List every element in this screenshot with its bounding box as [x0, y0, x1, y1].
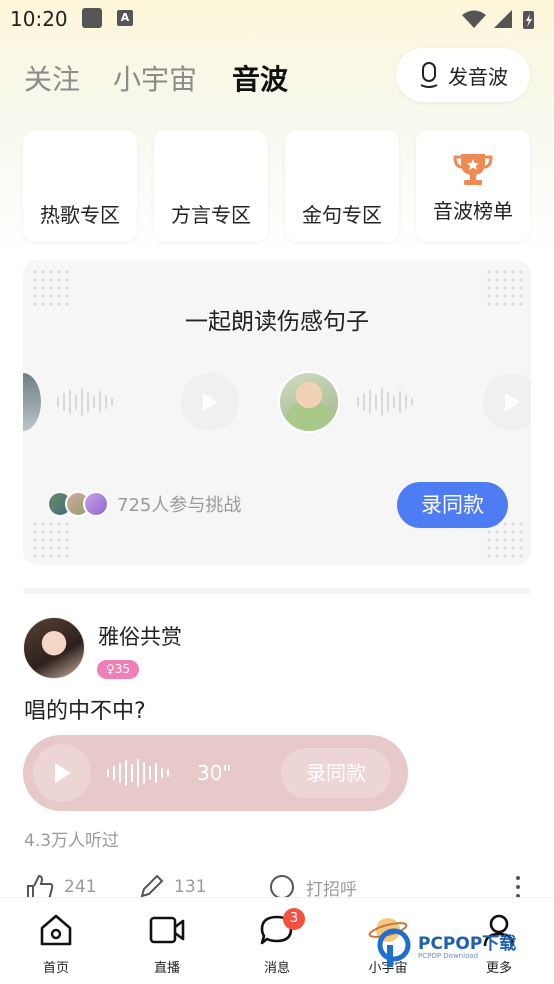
- wifi-icon: [462, 10, 486, 28]
- nav-label: 消息: [263, 961, 290, 976]
- prev-cover-image[interactable]: [23, 373, 41, 431]
- video-icon: [149, 916, 185, 944]
- play-icon: [505, 393, 520, 411]
- trophy-icon: [453, 154, 493, 185]
- challenge-card[interactable]: 一起朗读伤感句子 725人参与挑战 录同款: [23, 260, 531, 565]
- participants-count: 725人参与挑战: [117, 495, 242, 516]
- decor-dots: [31, 520, 71, 560]
- nav-live[interactable]: 直播: [127, 912, 207, 976]
- listen-count: 4.3万人听过: [24, 831, 120, 851]
- record-same-button[interactable]: 录同款: [397, 482, 508, 528]
- category-label: 热歌专区: [40, 203, 120, 227]
- nav-label: 首页: [42, 961, 69, 976]
- category-dialect[interactable]: 方言专区: [154, 130, 268, 242]
- challenge-title: 一起朗读伤感句子: [185, 309, 369, 335]
- tab-universe[interactable]: 小宇宙: [113, 58, 197, 98]
- waveform-left: [57, 388, 113, 416]
- category-label: 金句专区: [302, 203, 382, 227]
- watermark-logo-icon: [377, 928, 411, 967]
- signal-icon: [494, 10, 512, 28]
- post-soundwave-button[interactable]: 发音波: [396, 48, 530, 102]
- status-bar: 10:20 A: [0, 0, 554, 38]
- a-notification-icon: A: [117, 10, 133, 26]
- participant-avatar: [83, 491, 109, 517]
- comment-count: 131: [174, 877, 207, 897]
- watermark-title: PCPOP下载: [418, 934, 517, 954]
- female-icon: ♀: [105, 662, 115, 676]
- like-count: 241: [64, 877, 97, 897]
- category-hot-songs[interactable]: 热歌专区: [23, 130, 137, 242]
- category-rankings[interactable]: 音波榜单: [416, 130, 530, 242]
- voice-duration: 30": [197, 761, 232, 785]
- microphone-icon: [420, 62, 438, 88]
- challenge-cover-avatar[interactable]: [278, 371, 340, 433]
- level-value: 35: [114, 662, 131, 676]
- tab-follow[interactable]: 关注: [24, 58, 80, 98]
- message-badge: 3: [283, 908, 305, 930]
- participants-row: 725人参与挑战: [47, 491, 241, 517]
- home-icon: [40, 914, 72, 946]
- system-status-icons: [462, 10, 534, 29]
- post-record-same-button[interactable]: 录同款: [281, 748, 391, 798]
- user-avatar[interactable]: [23, 617, 85, 679]
- section-divider: [23, 588, 531, 594]
- category-label: 方言专区: [171, 203, 251, 227]
- play-button[interactable]: [483, 373, 531, 431]
- post-soundwave-label: 发音波: [448, 64, 508, 89]
- status-time: 10:20: [10, 7, 68, 31]
- username[interactable]: 雅俗共赏: [98, 621, 182, 651]
- notification-icon: [82, 8, 102, 28]
- watermark: PCPOP下载 PCPOP Download: [376, 928, 516, 968]
- category-label: 音波榜单: [433, 199, 513, 223]
- play-icon: [55, 763, 71, 783]
- nav-home[interactable]: 首页: [16, 912, 96, 976]
- greet-label: 打招呼: [306, 879, 357, 900]
- nav-messages[interactable]: 3 消息: [237, 908, 317, 976]
- play-icon: [203, 393, 218, 411]
- post-text: 唱的中不中?: [24, 699, 146, 724]
- tab-soundwave[interactable]: 音波: [232, 58, 288, 98]
- waveform-right: [357, 388, 413, 416]
- voice-play-button[interactable]: [33, 744, 91, 802]
- voice-player[interactable]: 30" 录同款: [23, 735, 408, 811]
- nav-label: 直播: [153, 961, 180, 976]
- voice-waveform: [107, 759, 169, 787]
- level-badge: ♀35: [97, 660, 139, 679]
- category-quotes[interactable]: 金句专区: [285, 130, 399, 242]
- play-button[interactable]: [181, 373, 239, 431]
